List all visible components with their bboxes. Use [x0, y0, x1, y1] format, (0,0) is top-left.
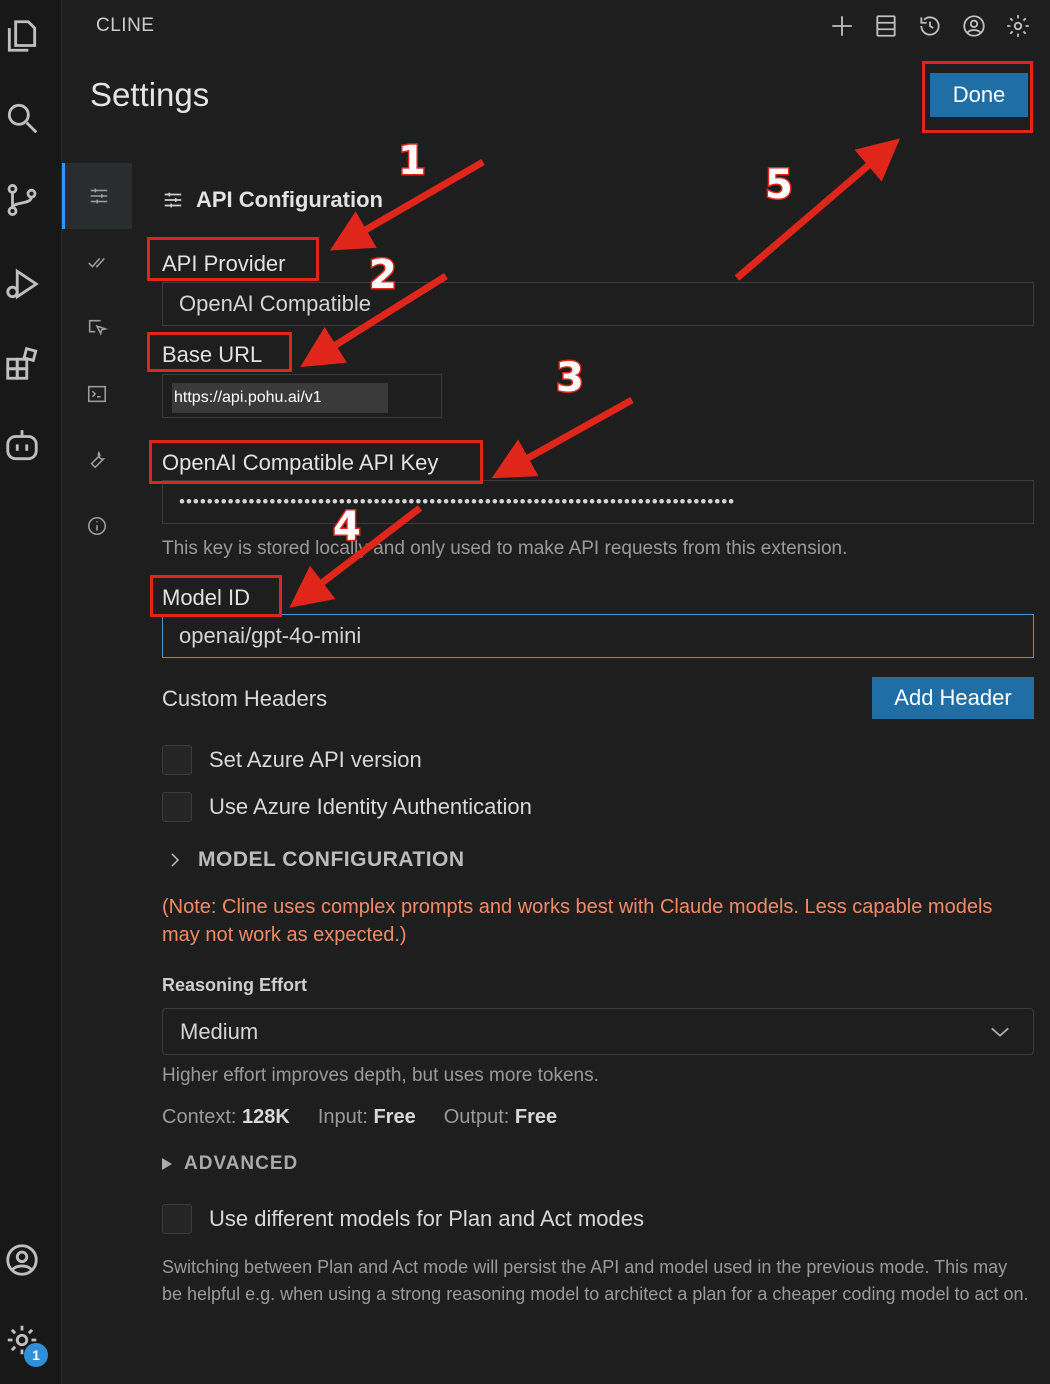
plan-act-label: Use different models for Plan and Act mo…	[209, 1206, 644, 1231]
arrow-3	[491, 396, 634, 479]
settings-tabs	[62, 163, 132, 559]
api-configuration-heading: API Configuration	[162, 187, 383, 213]
activity-bar: 1	[0, 0, 62, 1384]
output-label: Output:	[443, 1106, 510, 1128]
api-provider-select[interactable]: OpenAI Compatible	[162, 282, 1034, 326]
annotation-step-1: 1	[397, 137, 428, 186]
cline-icon[interactable]	[0, 424, 44, 468]
tab-terminal[interactable]	[62, 361, 132, 427]
wrench-icon	[90, 451, 106, 469]
custom-headers-label: Custom Headers	[162, 686, 328, 711]
azure-version-label: Set Azure API version	[209, 747, 422, 772]
panel-title: CLINE	[96, 15, 155, 36]
azure-identity-label: Use Azure Identity Authentication	[209, 794, 532, 819]
api-provider-label: API Provider	[162, 251, 286, 276]
reasoning-effort-hint: Higher effort improves depth, but uses m…	[162, 1065, 599, 1086]
gear-icon[interactable]	[996, 8, 1040, 44]
annotation-step-3: 3	[555, 354, 586, 403]
model-id-label: Model ID	[162, 585, 251, 610]
tab-debug[interactable]	[62, 427, 132, 493]
azure-identity-checkbox[interactable]	[162, 792, 192, 822]
header-toolbar	[820, 8, 1040, 44]
explorer-icon[interactable]	[0, 14, 44, 58]
account-icon[interactable]	[0, 1238, 44, 1282]
reasoning-effort-value: Medium	[180, 1018, 259, 1044]
cursor-icon	[88, 319, 108, 336]
tab-about[interactable]	[62, 493, 132, 559]
plan-act-row[interactable]: Use different models for Plan and Act mo…	[162, 1204, 644, 1234]
annotation-step-2: 2	[368, 251, 399, 300]
database-icon[interactable]	[864, 8, 908, 44]
sliders-icon	[164, 192, 182, 208]
api-key-label: OpenAI Compatible API Key	[162, 450, 439, 475]
model-configuration-toggle[interactable]: MODEL CONFIGURATION	[166, 848, 465, 872]
tab-api-configuration[interactable]	[62, 163, 132, 229]
reasoning-effort-label: Reasoning Effort	[162, 975, 308, 995]
annotation-step-4: 4	[332, 503, 363, 552]
manage-badge: 1	[24, 1343, 48, 1367]
base-url-value[interactable]: https://api.pohu.ai/v1	[172, 383, 388, 413]
azure-identity-row[interactable]: Use Azure Identity Authentication	[162, 792, 532, 822]
base-url-label: Base URL	[162, 342, 263, 367]
azure-version-checkbox[interactable]	[162, 745, 192, 775]
model-info: Context: 128K Input: Free Output: Free	[162, 1106, 557, 1129]
check-icon	[88, 257, 105, 268]
reasoning-effort-select[interactable]: Medium	[162, 1008, 1034, 1055]
model-configuration-heading: MODEL CONFIGURATION	[198, 848, 465, 871]
info-icon	[87, 516, 107, 536]
source-control-icon[interactable]	[0, 178, 44, 222]
triangle-right-icon	[162, 1158, 172, 1170]
tab-browser[interactable]	[62, 295, 132, 361]
chevron-right-icon	[171, 853, 180, 867]
run-debug-icon[interactable]	[0, 262, 44, 306]
annotation-step-5: 5	[764, 161, 795, 210]
sliders-icon	[90, 188, 107, 204]
extensions-icon[interactable]	[0, 342, 44, 386]
history-icon[interactable]	[908, 8, 952, 44]
page-title: Settings	[90, 76, 210, 113]
add-header-button[interactable]: Add Header	[872, 677, 1034, 719]
done-button[interactable]: Done	[930, 73, 1028, 117]
model-id-field[interactable]: openai/gpt-4o-mini	[162, 614, 1034, 658]
azure-version-row[interactable]: Set Azure API version	[162, 745, 422, 775]
terminal-icon	[87, 385, 107, 403]
plus-icon[interactable]	[820, 8, 864, 44]
output-value: Free	[514, 1106, 558, 1128]
context-value: 128K	[242, 1106, 290, 1128]
input-label: Input:	[317, 1106, 368, 1128]
chevron-down-icon	[991, 1027, 1009, 1037]
search-icon[interactable]	[0, 96, 44, 140]
plan-act-checkbox[interactable]	[162, 1204, 192, 1234]
advanced-toggle[interactable]: ADVANCED	[162, 1153, 298, 1175]
advanced-heading: ADVANCED	[184, 1153, 299, 1174]
api-key-hint: This key is stored locally and only used…	[162, 538, 848, 559]
context-label: Context:	[162, 1106, 237, 1128]
arrow-5	[734, 138, 900, 281]
account-icon[interactable]	[952, 8, 996, 44]
plan-act-description: Switching between Plan and Act mode will…	[162, 1257, 1029, 1304]
section-title: API Configuration	[196, 187, 383, 212]
input-value: Free	[373, 1106, 416, 1128]
tab-features[interactable]	[62, 229, 132, 295]
claude-note: (Note: Cline uses complex prompts and wo…	[162, 896, 993, 946]
api-key-field[interactable]: ••••••••••••••••••••••••••••••••••••••••…	[162, 480, 1034, 524]
